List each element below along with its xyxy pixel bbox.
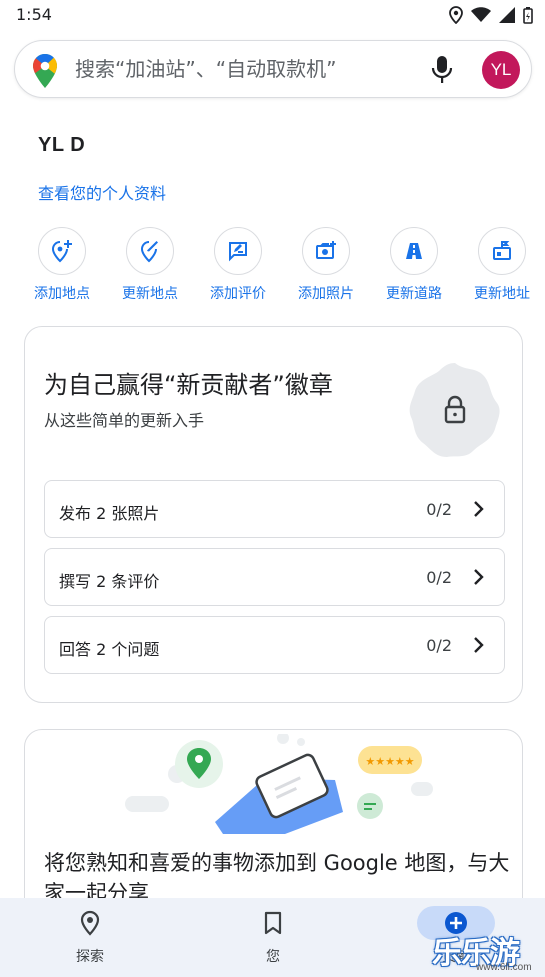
action-label: 添加地点 xyxy=(34,286,90,302)
locked-badge-icon xyxy=(409,363,500,457)
watermark-url: www.6ll.com xyxy=(476,962,532,973)
chevron-right-icon xyxy=(474,569,484,585)
nav-explore[interactable]: 探索 xyxy=(30,906,150,966)
mic-icon[interactable] xyxy=(431,55,453,85)
task-label: 发布 2 张照片 xyxy=(59,504,160,523)
nav-label: 探索 xyxy=(76,949,104,965)
status-icons xyxy=(449,6,533,24)
add-photo-icon xyxy=(302,227,350,275)
task-answer-questions[interactable]: 回答 2 个问题 0/2 xyxy=(44,616,505,674)
action-label: 更新地点 xyxy=(122,286,178,302)
signal-icon xyxy=(499,7,515,23)
action-label: 更新道路 xyxy=(386,286,442,302)
contribution-actions: 添加地点 更新地点 添加评价 添加照片 更新道路 更新地址 xyxy=(18,227,545,307)
bookmark-icon xyxy=(238,906,308,940)
nav-you[interactable]: 您 xyxy=(213,906,333,966)
search-bar[interactable]: YL xyxy=(14,40,532,98)
task-label: 回答 2 个问题 xyxy=(59,640,160,659)
chevron-right-icon xyxy=(474,637,484,653)
status-bar: 1:54 xyxy=(0,0,545,30)
svg-text:★★★★★: ★★★★★ xyxy=(365,755,414,768)
road-icon xyxy=(390,227,438,275)
update-road-button[interactable]: 更新道路 xyxy=(370,227,458,303)
add-review-icon xyxy=(214,227,262,275)
add-photo-button[interactable]: 添加照片 xyxy=(282,227,370,303)
location-pin-icon xyxy=(55,906,125,940)
google-maps-logo-icon xyxy=(33,54,57,88)
action-label: 添加照片 xyxy=(298,286,354,302)
action-label: 更新地址 xyxy=(474,286,530,302)
badge-card-subtitle: 从这些简单的更新入手 xyxy=(44,411,205,430)
edit-place-icon xyxy=(126,227,174,275)
add-place-icon xyxy=(38,227,86,275)
nav-label: 您 xyxy=(266,949,280,965)
chevron-right-icon xyxy=(474,501,484,517)
contribute-illustration: ★★★★★ xyxy=(125,734,433,834)
add-place-button[interactable]: 添加地点 xyxy=(18,227,106,303)
search-input[interactable] xyxy=(75,55,405,83)
edit-place-button[interactable]: 更新地点 xyxy=(106,227,194,303)
task-label: 撰写 2 条评价 xyxy=(59,572,160,591)
update-address-button[interactable]: 更新地址 xyxy=(458,227,545,303)
status-time: 1:54 xyxy=(16,5,52,24)
contributor-badge-card: 为自己赢得“新贡献者”徽章 从这些简单的更新入手 发布 2 张照片 0/2 撰写… xyxy=(24,326,523,703)
view-profile-link[interactable]: 查看您的个人资料 xyxy=(38,180,166,204)
task-post-photos[interactable]: 发布 2 张照片 0/2 xyxy=(44,480,505,538)
task-progress: 0/2 xyxy=(426,568,452,587)
battery-icon xyxy=(523,6,533,24)
action-label: 添加评价 xyxy=(210,286,266,302)
profile-name: YL D xyxy=(38,134,86,156)
task-progress: 0/2 xyxy=(426,500,452,519)
task-progress: 0/2 xyxy=(426,636,452,655)
badge-card-title: 为自己赢得“新贡献者”徽章 xyxy=(44,371,333,399)
site-watermark: 乐乐游戏 www.6ll.com xyxy=(428,928,545,977)
wifi-icon xyxy=(471,7,491,22)
location-status-icon xyxy=(449,6,463,24)
avatar[interactable]: YL xyxy=(482,51,520,89)
add-review-button[interactable]: 添加评价 xyxy=(194,227,282,303)
update-address-icon xyxy=(478,227,526,275)
task-write-reviews[interactable]: 撰写 2 条评价 0/2 xyxy=(44,548,505,606)
